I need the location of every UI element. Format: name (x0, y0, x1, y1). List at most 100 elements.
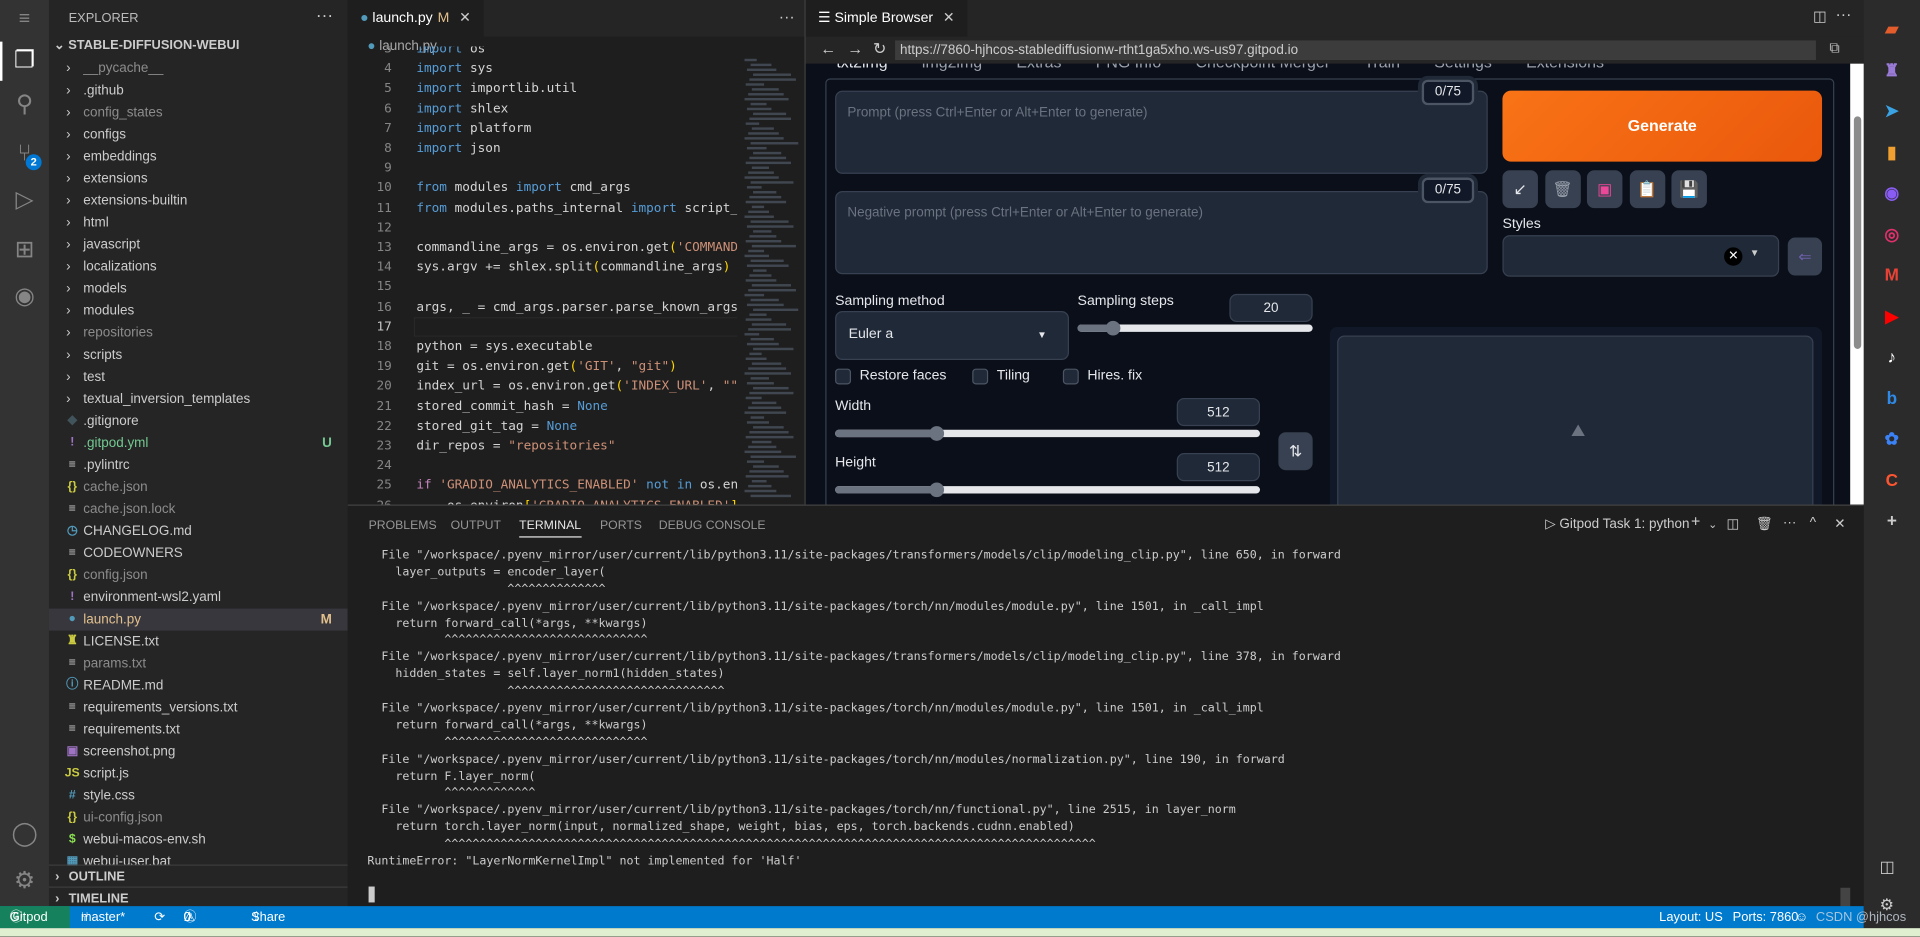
file-item[interactable]: ! environment-wsl2.yaml (49, 587, 348, 609)
folder-item[interactable]: › __pycache__ (49, 58, 348, 80)
generate-button[interactable]: Generate (1502, 90, 1823, 162)
youtube-icon[interactable]: ▶ (1881, 304, 1903, 326)
file-item[interactable]: ≡ params.txt (49, 653, 348, 675)
split-terminal-icon[interactable]: ◫ (1727, 516, 1740, 532)
close-icon[interactable]: ✕ (943, 11, 955, 26)
back-icon[interactable]: ← (820, 39, 836, 57)
folder-item[interactable]: › extensions (49, 168, 348, 190)
minimap[interactable] (744, 56, 799, 505)
sampling-steps-slider[interactable] (1077, 320, 1313, 336)
checkbox[interactable] (972, 368, 989, 385)
clipboard-button[interactable]: 📋 (1629, 170, 1665, 209)
csdn-icon[interactable]: C (1881, 468, 1903, 490)
checkbox-label[interactable]: Tiling (997, 369, 1030, 384)
extensions-icon[interactable]: ⊞ (10, 236, 39, 265)
apply-style-button[interactable]: ⇐ (1787, 237, 1823, 276)
tab-simple-browser[interactable]: ☰ Simple Browser ✕ (805, 0, 967, 37)
file-item[interactable]: ! .gitpod.yml U (49, 432, 348, 454)
more-actions-icon[interactable]: ··· (1836, 5, 1852, 23)
styles-dropdown[interactable]: ✕ ▼ (1502, 235, 1780, 277)
folder-item[interactable]: › configs (49, 124, 348, 146)
image-card-button[interactable]: ▣ (1586, 170, 1623, 209)
more-actions-icon[interactable]: ··· (779, 7, 795, 25)
sidebar-layout-icon[interactable]: ◫ (1880, 857, 1895, 877)
prompt-input[interactable]: Prompt (press Ctrl+Enter or Alt+Enter to… (835, 90, 1488, 174)
maximize-panel-icon[interactable]: ^ (1810, 516, 1816, 531)
chevron-down-icon[interactable]: ⌄ (1708, 518, 1717, 531)
file-item[interactable]: $ webui-macos-env.sh (49, 829, 348, 851)
folder-item[interactable]: › models (49, 278, 348, 300)
checkbox[interactable] (1062, 368, 1079, 385)
terminal-scrollbar[interactable] (1840, 887, 1851, 908)
settings-gear-icon[interactable]: ⚙ (10, 867, 39, 896)
file-item[interactable]: ≡ .pylintrc (49, 454, 348, 476)
file-item[interactable]: ● launch.py M (48, 608, 348, 631)
file-item[interactable]: ♜ LICENSE.txt (49, 631, 348, 653)
terminal-output[interactable]: File "/workspace/.pyenv_mirror/user/curr… (367, 547, 1836, 870)
explorer-icon[interactable]: ❐ (10, 47, 39, 76)
file-item[interactable]: JS script.js (49, 763, 348, 785)
slider-fill[interactable] (835, 429, 938, 438)
webui-tab[interactable]: Extras (1016, 64, 1061, 71)
toolbox-icon[interactable]: ▰ (1881, 17, 1903, 39)
width-slider[interactable] (835, 426, 1261, 441)
panel-tab[interactable]: PROBLEMS (369, 519, 437, 532)
checkbox[interactable] (835, 368, 852, 385)
webui-tab[interactable]: Extensions (1526, 64, 1604, 71)
messenger-icon[interactable]: ◉ (1881, 181, 1903, 203)
folder-item[interactable]: › .github (49, 80, 348, 102)
height-input[interactable]: 512 (1176, 453, 1261, 482)
forward-icon[interactable]: → (847, 39, 863, 57)
reload-icon[interactable]: ↻ (873, 39, 886, 59)
keyboard-layout[interactable]: Layout: US (1659, 906, 1723, 928)
webui-tab[interactable]: PNG Info (1096, 64, 1161, 71)
slider-handle[interactable] (1105, 320, 1121, 336)
file-item[interactable]: ≡ cache.json.lock (49, 498, 348, 520)
feedback-icon[interactable]: ☺ (1795, 906, 1808, 928)
negative-prompt-input[interactable]: Negative prompt (press Ctrl+Enter or Alt… (835, 191, 1488, 275)
panel-tab[interactable]: DEBUG CONSOLE (659, 519, 766, 532)
github-icon[interactable]: ◉ (10, 283, 39, 312)
open-external-icon[interactable]: ⧉ (1829, 39, 1840, 57)
close-panel-icon[interactable]: ✕ (1834, 516, 1845, 532)
chess-icon[interactable]: ♜ (1881, 58, 1903, 80)
file-item[interactable]: ≡ requirements.txt (49, 719, 348, 741)
folder-item[interactable]: › html (49, 212, 348, 234)
folder-item[interactable]: › localizations (49, 256, 348, 278)
swap-dimensions-button[interactable]: ⇅ (1278, 432, 1313, 471)
folder-item[interactable]: › test (49, 366, 348, 388)
menu-icon[interactable]: ≡ (10, 5, 39, 34)
height-slider[interactable] (835, 482, 1261, 498)
webui-tab[interactable]: txt2img (836, 64, 887, 71)
tab-launch-py[interactable]: ● launch.py M ✕ (347, 0, 484, 37)
account-icon[interactable]: ◯ (10, 820, 39, 849)
folder-item[interactable]: › config_states (49, 102, 348, 124)
webui-tab[interactable]: Settings (1434, 64, 1492, 71)
instagram-icon[interactable]: ◎ (1881, 222, 1903, 244)
url-input[interactable]: https://7860-hjhcos-stablediffusionw-rth… (895, 40, 1816, 61)
panel-tab[interactable]: TERMINAL (519, 519, 582, 538)
file-item[interactable]: ◆ .gitignore (49, 410, 348, 432)
trash-icon[interactable]: 🗑 (1756, 516, 1773, 532)
more-actions-icon[interactable]: ··· (316, 5, 333, 25)
sampling-steps-input[interactable]: 20 (1229, 293, 1313, 323)
trash-button[interactable]: 🗑 (1544, 170, 1581, 209)
file-item[interactable]: # style.css (49, 785, 348, 807)
add-icon[interactable]: + (1881, 509, 1903, 531)
outline-section[interactable]: › OUTLINE (48, 864, 348, 886)
sampling-method-dropdown[interactable]: Euler a ▼ (835, 311, 1069, 361)
file-item[interactable]: ≡ requirements_versions.txt (49, 697, 348, 719)
code-editor[interactable]: 3 import os 4 import sys 5 import importlib.u… (348, 47, 738, 504)
folder-item[interactable]: › embeddings (49, 146, 348, 168)
folder-item[interactable]: › scripts (49, 344, 348, 366)
webui-tab[interactable]: Train (1364, 64, 1400, 71)
file-item[interactable]: ▣ screenshot.png (49, 741, 348, 763)
file-item[interactable]: {} cache.json (49, 476, 348, 498)
width-input[interactable]: 512 (1176, 397, 1261, 427)
panel-tab[interactable]: PORTS (600, 519, 642, 532)
telegram-icon[interactable]: ➤ (1881, 99, 1903, 121)
search-icon[interactable]: ⚲ (10, 91, 39, 120)
more-actions-icon[interactable]: ··· (1783, 516, 1796, 531)
webui-tab[interactable]: img2img (922, 64, 982, 71)
split-editor-icon[interactable]: ◫ (1813, 7, 1827, 24)
